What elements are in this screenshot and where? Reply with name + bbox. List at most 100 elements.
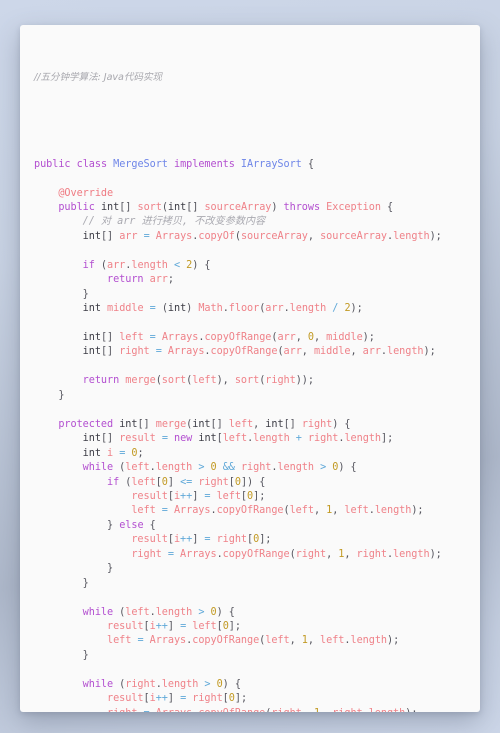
token-punc: } xyxy=(82,577,89,589)
token-ident: result xyxy=(131,534,168,546)
token-punc: ] xyxy=(167,621,181,633)
code-line: // 对 arr 进行拷贝, 不改变参数内容 xyxy=(34,215,466,229)
code-line: left = Arrays.copyOfRange(left, 1, left.… xyxy=(34,504,466,518)
code-lines: public class MergeSort implements IArray… xyxy=(34,158,466,712)
token-ident: right xyxy=(131,548,162,560)
token-punc: ] xyxy=(192,534,205,546)
token-punc: , xyxy=(253,418,266,430)
token-punc: ] xyxy=(192,490,205,502)
token-punc: ); xyxy=(387,635,400,647)
token-call: sort xyxy=(161,375,187,387)
token-punc: } xyxy=(58,389,65,401)
code-line: result[i++] = left[0]; xyxy=(34,490,466,504)
token-ident: right xyxy=(301,418,333,430)
token-kw: class xyxy=(76,158,108,170)
token-punc: ; xyxy=(137,447,144,459)
token-kw: while xyxy=(82,678,114,690)
token-type: int xyxy=(82,303,101,315)
code-line: right = Arrays.copyOfRange(right, 1, rig… xyxy=(34,548,466,562)
code-line: } xyxy=(34,577,466,591)
header-comment-line: //五分钟学算法: Java代码实现 xyxy=(34,71,466,85)
token-ident: Arrays xyxy=(155,230,193,242)
token-kw: new xyxy=(174,433,193,445)
token-ident: length xyxy=(277,462,314,474)
code-line: } else { xyxy=(34,519,466,533)
token-ident: length xyxy=(155,606,193,618)
token-punc: ( xyxy=(113,678,126,690)
token-punc: ); xyxy=(405,708,417,712)
token-call: copyOfRange xyxy=(222,548,290,560)
token-op: ++ xyxy=(155,693,168,705)
code-line: int[] arr = Arrays.copyOf(sourceArray, s… xyxy=(34,230,466,244)
token-punc: ); xyxy=(423,346,436,358)
token-punc: , xyxy=(301,346,314,358)
token-punc: ) { xyxy=(222,678,241,690)
token-punc: , xyxy=(313,505,327,517)
token-ident: left xyxy=(228,418,254,430)
token-punc: , xyxy=(302,708,314,712)
token-kw: implements xyxy=(173,158,235,170)
token-call: copyOfRange xyxy=(198,708,265,712)
token-ident: right xyxy=(295,548,327,560)
token-punc: [] xyxy=(119,201,138,213)
token-ident: length xyxy=(161,678,199,690)
token-op: <= xyxy=(180,476,193,488)
token-call: sort xyxy=(137,201,162,213)
code-line: return merge(sort(left), sort(right)); xyxy=(34,374,466,388)
code-line: } xyxy=(34,288,466,302)
code-line: @Override xyxy=(34,187,466,201)
code-line: int middle = (int) Math.floor(arr.length… xyxy=(34,302,466,316)
token-ident: Math xyxy=(198,303,223,315)
token-comment: // 对 arr 进行拷贝, 不改变参数内容 xyxy=(82,216,266,228)
token-punc: , xyxy=(289,635,302,647)
token-ident: length xyxy=(289,303,327,315)
token-punc: ] xyxy=(167,693,181,705)
token-ident: Arrays xyxy=(167,346,205,358)
token-kw: protected xyxy=(58,418,114,430)
token-punc: , xyxy=(320,708,332,712)
token-ident: left xyxy=(107,635,132,647)
token-ident: arr xyxy=(362,346,381,358)
token-ident: right xyxy=(307,433,339,445)
code-line: while (left.length > 0 && right.length >… xyxy=(34,461,466,475)
token-type: int xyxy=(265,418,284,430)
token-op: ++ xyxy=(180,490,193,502)
token-kw: if xyxy=(82,259,95,271)
token-punc: [] xyxy=(283,418,302,430)
token-call: merge xyxy=(155,418,187,430)
token-ident: arr xyxy=(107,259,126,271)
token-punc: } xyxy=(107,519,120,531)
token-call: merge xyxy=(125,375,156,387)
token-ident: left xyxy=(222,433,248,445)
token-call: floor xyxy=(228,303,260,315)
code-block[interactable]: //五分钟学算法: Java代码实现 public class MergeSor… xyxy=(20,25,480,712)
code-line: result[i++] = left[0]; xyxy=(34,620,466,634)
token-call: copyOfRange xyxy=(210,346,278,358)
token-ident: Arrays xyxy=(173,505,211,517)
code-line: while (right.length > 0) { xyxy=(34,678,466,692)
token-ident: length xyxy=(131,259,168,271)
code-line: right = Arrays.copyOfRange(right, 1, rig… xyxy=(34,707,466,712)
token-type: int xyxy=(82,230,101,242)
token-ident: length xyxy=(253,433,290,445)
token-ident: length xyxy=(393,230,430,242)
token-ident: right xyxy=(216,534,247,546)
token-ident: length xyxy=(369,708,406,712)
token-ident: right xyxy=(240,462,272,474)
token-ident: left xyxy=(125,606,150,618)
token-punc: , xyxy=(344,548,357,560)
token-punc: , xyxy=(295,332,308,343)
